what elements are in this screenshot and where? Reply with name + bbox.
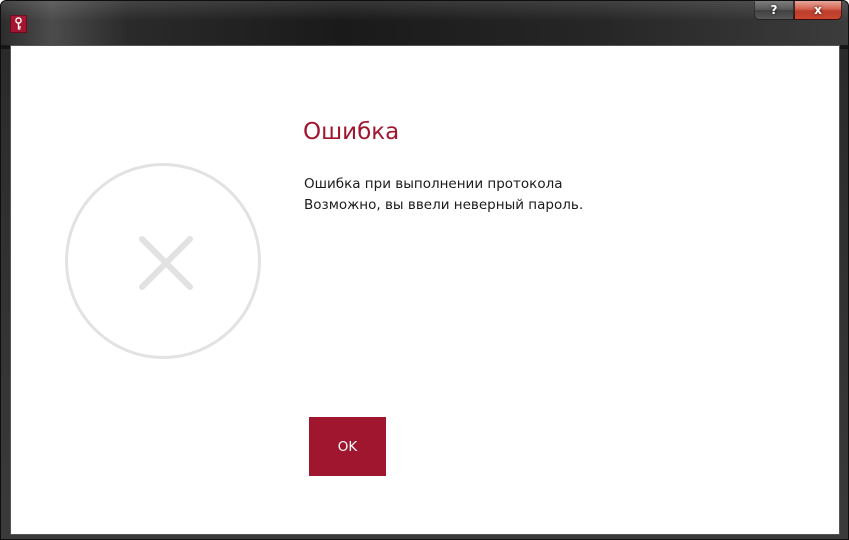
dialog-title: Ошибка xyxy=(303,119,400,145)
title-bar[interactable]: ? x xyxy=(1,1,848,45)
message-line: Ошибка при выполнении протокола xyxy=(304,176,563,192)
dialog-content: Ошибка Ошибка при выполнении протокола В… xyxy=(10,45,840,535)
ok-button[interactable]: OK xyxy=(309,417,386,476)
message-line: Возможно, вы ввели неверный пароль. xyxy=(304,197,584,213)
dialog-window: ? x Ошибка Ошибка при выполнении протоко… xyxy=(0,0,849,540)
error-x-icon xyxy=(65,163,261,359)
key-icon xyxy=(10,15,27,33)
error-message: Ошибка при выполнении протокола Возможно… xyxy=(304,174,583,216)
caption-buttons: ? x xyxy=(754,1,842,21)
help-button[interactable]: ? xyxy=(754,1,794,20)
close-button[interactable]: x xyxy=(794,1,842,20)
